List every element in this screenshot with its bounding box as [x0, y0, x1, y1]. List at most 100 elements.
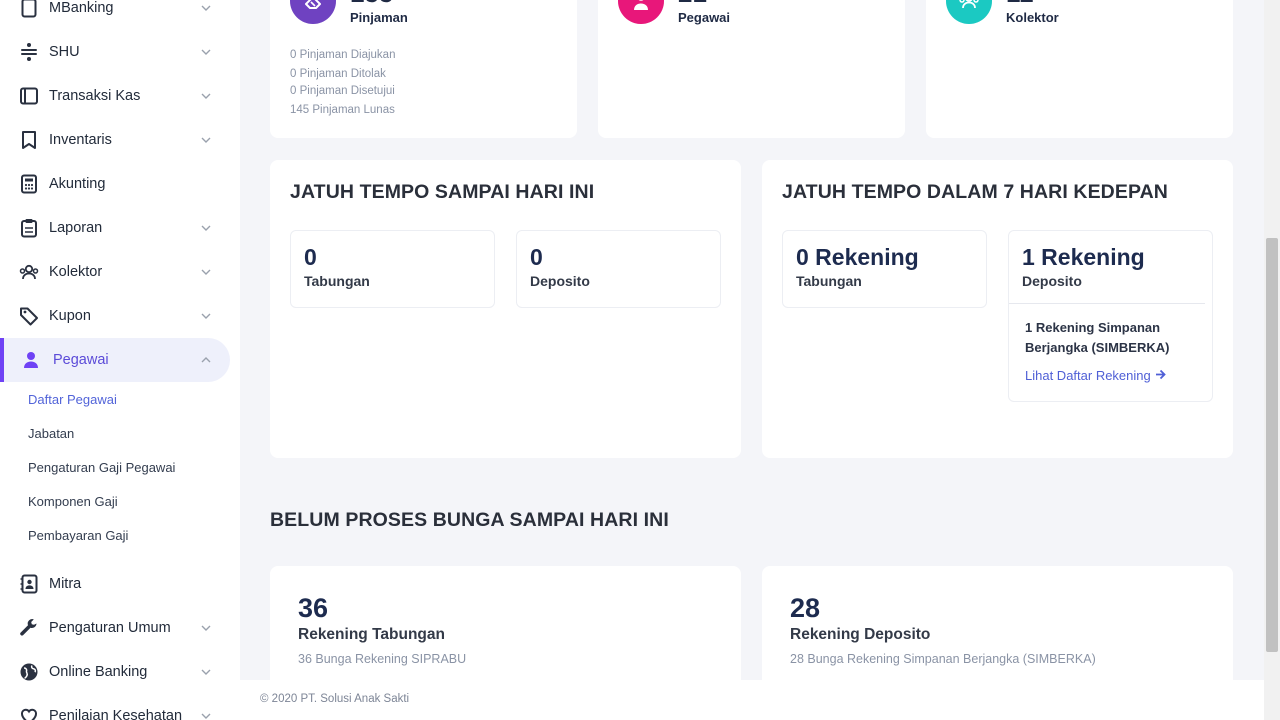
deposito-7days-desc-line2: Berjangka (SIMBERKA)	[1025, 340, 1170, 355]
deposito-7days-desc-line1: 1 Rekening Simpanan	[1025, 320, 1161, 335]
people-icon	[946, 0, 992, 24]
sidebar-item-label: Online Banking	[49, 664, 148, 680]
sidebar-item-kolektor[interactable]: Kolektor	[0, 250, 232, 294]
sidebar-item-kupon[interactable]: Kupon	[0, 294, 232, 338]
sidebar-item-mbanking[interactable]: MBanking	[0, 0, 232, 30]
sidebar-item-shu[interactable]: SHU	[0, 30, 232, 74]
section-title: JATUH TEMPO DALAM 7 HARI KEDEPAN	[782, 181, 1168, 203]
sidebar-item-label: Transaksi Kas	[49, 88, 141, 104]
tabungan-due-label: Tabungan	[304, 273, 370, 289]
deposito-7days-box: 1 Rekening Deposito 1 Rekening Simpanan …	[1008, 230, 1213, 402]
globe-icon	[18, 661, 40, 683]
tabungan-bunga-label: Rekening Tabungan	[298, 626, 445, 643]
chevron-down-icon	[199, 265, 213, 279]
pinjaman-stat-lunas: 145 Pinjaman Lunas	[290, 104, 395, 116]
sidebar-item-label: Akunting	[49, 176, 106, 192]
clipboard-icon	[18, 217, 40, 239]
deposito-7days-count: 1 Rekening	[1022, 244, 1145, 270]
contact-card-icon	[18, 573, 40, 595]
sidebar-item-label: Mitra	[49, 576, 82, 592]
user-icon	[618, 0, 664, 24]
deposito-bunga-count: 28	[790, 593, 821, 623]
heart-icon	[18, 705, 40, 720]
sidebar-item-label: Pengaturan Umum	[49, 620, 171, 636]
belum-proses-tabungan-card: 36 Rekening Tabungan 36 Bunga Rekening S…	[270, 566, 741, 696]
wrench-icon	[18, 617, 40, 639]
chevron-down-icon	[199, 709, 213, 720]
deposito-due-count: 0	[530, 244, 543, 270]
pegawai-card: 21 Pegawai	[598, 0, 905, 138]
chevron-up-icon	[199, 353, 213, 367]
chevron-down-icon	[199, 45, 213, 59]
tabungan-due-count: 0	[304, 244, 317, 270]
sidebar: MBanking SHU Transaksi Kas Inventaris Ak…	[0, 0, 240, 720]
sidebar-item-laporan[interactable]: Laporan	[0, 206, 232, 250]
people-icon	[18, 261, 40, 283]
sidebar-item-pegawai[interactable]: Pegawai	[0, 338, 230, 382]
submenu-daftar-pegawai[interactable]: Daftar Pegawai	[28, 392, 117, 407]
tabungan-due-box: 0 Tabungan	[290, 230, 495, 308]
kolektor-card: 11 Kolektor	[926, 0, 1233, 138]
tabungan-7days-box: 0 Rekening Tabungan	[782, 230, 987, 308]
pinjaman-stat-ditolak: 0 Pinjaman Ditolak	[290, 68, 386, 80]
tag-icon	[18, 305, 40, 327]
sidebar-item-label: Penilaian Kesehatan	[49, 708, 183, 720]
jatuh-tempo-hari-ini-card: JATUH TEMPO SAMPAI HARI INI 0 Tabungan 0…	[270, 160, 741, 458]
calculator-icon	[18, 173, 40, 195]
deposito-bunga-label: Rekening Deposito	[790, 626, 931, 643]
sidebar-item-mitra[interactable]: Mitra	[0, 562, 232, 606]
tabungan-7days-count: 0 Rekening	[796, 244, 919, 270]
loan-icon	[290, 0, 336, 24]
sidebar-item-transaksi-kas[interactable]: Transaksi Kas	[0, 74, 232, 118]
lihat-daftar-rekening-link[interactable]: Lihat Daftar Rekening	[1025, 368, 1166, 383]
submenu-jabatan[interactable]: Jabatan	[28, 426, 74, 441]
chevron-down-icon	[199, 89, 213, 103]
belum-proses-deposito-card: 28 Rekening Deposito 28 Bunga Rekening S…	[762, 566, 1233, 696]
wallet-icon	[18, 85, 40, 107]
divider	[1009, 303, 1205, 304]
submenu-komponen-gaji[interactable]: Komponen Gaji	[28, 494, 118, 509]
copyright-text: © 2020 PT. Solusi Anak Sakti	[260, 693, 410, 705]
kolektor-count: 11	[1006, 0, 1034, 9]
tabungan-bunga-count: 36	[298, 593, 329, 623]
sidebar-item-pengaturan-umum[interactable]: Pengaturan Umum	[0, 606, 232, 650]
sidebar-item-akunting[interactable]: Akunting	[0, 162, 232, 206]
pegawai-count: 21	[678, 0, 707, 9]
sidebar-item-label: SHU	[49, 44, 80, 60]
jatuh-tempo-7-hari-card: JATUH TEMPO DALAM 7 HARI KEDEPAN 0 Reken…	[762, 160, 1233, 458]
sidebar-item-online-banking[interactable]: Online Banking	[0, 650, 232, 694]
bookmark-icon	[18, 129, 40, 151]
pinjaman-stat-disetujui: 0 Pinjaman Disetujui	[290, 85, 395, 97]
pegawai-label: Pegawai	[678, 10, 731, 25]
pinjaman-card: 155 Pinjaman 0 Pinjaman Diajukan 0 Pinja…	[270, 0, 577, 138]
tabungan-7days-label: Tabungan	[796, 273, 862, 289]
sidebar-item-label: MBanking	[49, 0, 114, 16]
sidebar-item-label: Kolektor	[49, 264, 103, 280]
tabungan-bunga-sub: 36 Bunga Rekening SIPRABU	[298, 652, 467, 666]
submenu-pengaturan-gaji-pegawai[interactable]: Pengaturan Gaji Pegawai	[28, 460, 175, 475]
link-label: Lihat Daftar Rekening	[1025, 368, 1151, 383]
deposito-due-box: 0 Deposito	[516, 230, 721, 308]
pinjaman-count: 155	[350, 0, 393, 9]
arrow-right-icon	[1155, 368, 1166, 383]
footer: © 2020 PT. Solusi Anak Sakti	[240, 680, 1264, 720]
sidebar-item-label: Pegawai	[53, 352, 109, 368]
sidebar-item-inventaris[interactable]: Inventaris	[0, 118, 232, 162]
scrollbar-thumb[interactable]	[1266, 238, 1278, 652]
pinjaman-label: Pinjaman	[350, 10, 408, 25]
deposito-7days-label: Deposito	[1022, 273, 1082, 289]
scale-icon	[18, 41, 40, 63]
submenu-pembayaran-gaji[interactable]: Pembayaran Gaji	[28, 528, 128, 543]
deposito-due-label: Deposito	[530, 273, 590, 289]
pinjaman-stat-diajukan: 0 Pinjaman Diajukan	[290, 49, 396, 61]
section-title: JATUH TEMPO SAMPAI HARI INI	[290, 181, 595, 203]
belum-proses-title: BELUM PROSES BUNGA SAMPAI HARI INI	[270, 509, 669, 531]
chevron-down-icon	[199, 665, 213, 679]
kolektor-label: Kolektor	[1006, 10, 1059, 25]
sidebar-item-label: Laporan	[49, 220, 103, 236]
deposito-bunga-sub: 28 Bunga Rekening Simpanan Berjangka (SI…	[790, 652, 1096, 666]
phone-icon	[18, 0, 40, 19]
sidebar-item-penilaian-kesehatan[interactable]: Penilaian Kesehatan	[0, 694, 232, 720]
chevron-down-icon	[199, 1, 213, 15]
chevron-down-icon	[199, 133, 213, 147]
